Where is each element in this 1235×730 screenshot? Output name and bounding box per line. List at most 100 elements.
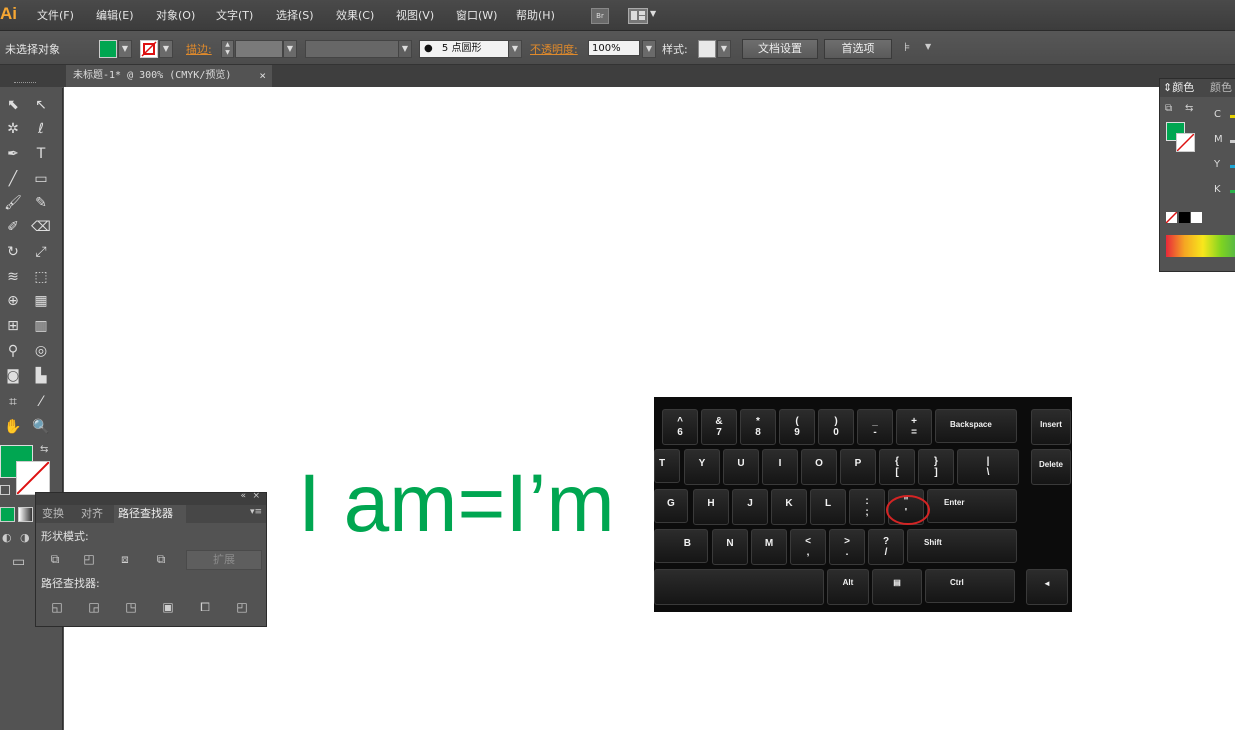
artboard-tool-icon[interactable]: ⌗	[2, 392, 24, 412]
eyedropper-tool-icon[interactable]: ⚲	[2, 341, 24, 361]
gradient-mode-icon[interactable]	[18, 507, 33, 522]
channel-y-slider[interactable]	[1230, 165, 1235, 168]
panel-title-bar[interactable]: « ×	[36, 491, 266, 505]
arrange-documents-icon[interactable]	[628, 8, 648, 24]
blend-tool-icon[interactable]: ◎	[30, 341, 52, 361]
perspective-grid-tool-icon[interactable]: ▦	[30, 291, 52, 311]
default-colors-icon[interactable]: ⧉	[1165, 103, 1172, 114]
hand-tool-icon[interactable]: ✋	[2, 417, 24, 437]
draw-behind-icon[interactable]: ◑	[20, 531, 30, 544]
zoom-tool-icon[interactable]: 🔍	[30, 417, 52, 437]
rectangle-tool-icon[interactable]: ▭	[30, 169, 52, 189]
brush-dropdown[interactable]: ▼	[508, 40, 522, 58]
eraser-tool-icon[interactable]: ⌫	[30, 217, 52, 237]
menu-help[interactable]: 帮助(H)	[516, 7, 555, 23]
menu-select[interactable]: 选择(S)	[276, 7, 314, 23]
menu-view[interactable]: 视图(V)	[396, 7, 434, 23]
chevron-down-icon[interactable]: ▼	[925, 42, 931, 51]
black-swatch[interactable]	[1179, 212, 1190, 223]
color-stroke-swatch[interactable]	[1176, 133, 1195, 152]
color-spectrum[interactable]	[1166, 235, 1235, 257]
column-graph-tool-icon[interactable]: ▙	[30, 366, 52, 386]
stroke-color-box[interactable]	[16, 461, 50, 495]
graphic-style-swatch[interactable]	[698, 40, 716, 58]
exclude-icon[interactable]: ⧉	[152, 551, 170, 567]
white-swatch[interactable]	[1191, 212, 1202, 223]
trim-icon[interactable]: ◲	[85, 599, 103, 615]
fill-mode-icon[interactable]	[0, 507, 15, 522]
stroke-weight-input[interactable]	[235, 40, 283, 58]
close-icon[interactable]: ×	[252, 491, 260, 501]
variable-width-profile[interactable]	[305, 40, 399, 58]
bridge-icon[interactable]: Br	[591, 8, 609, 24]
rotate-tool-icon[interactable]: ↻	[2, 242, 24, 262]
stroke-swatch[interactable]	[140, 40, 158, 58]
symbol-sprayer-tool-icon[interactable]: ◙	[2, 366, 24, 386]
stroke-dropdown[interactable]: ▼	[159, 40, 173, 58]
pen-tool-icon[interactable]: ✒	[2, 144, 24, 164]
minus-front-icon[interactable]: ◰	[80, 551, 98, 567]
paintbrush-tool-icon[interactable]: 🖌	[2, 193, 24, 213]
chevron-down-icon[interactable]: ▼	[650, 9, 656, 18]
slice-tool-icon[interactable]: ⁄	[30, 392, 52, 412]
intersect-icon[interactable]: ⧈	[116, 551, 134, 567]
tab-align[interactable]: 对齐	[81, 505, 103, 523]
default-fill-stroke-icon[interactable]	[0, 485, 10, 495]
draw-normal-icon[interactable]: ◐	[2, 531, 12, 544]
none-swatch[interactable]	[1165, 211, 1178, 224]
panel-menu-icon[interactable]: ▾≡	[250, 507, 262, 517]
tab-transform[interactable]: 变换	[42, 505, 64, 523]
pencil-tool-icon[interactable]: ✎	[30, 193, 52, 213]
tab-pathfinder[interactable]: 路径查找器	[114, 505, 186, 523]
channel-m-slider[interactable]	[1230, 140, 1235, 143]
mesh-tool-icon[interactable]: ⊞	[2, 316, 24, 336]
outline-icon[interactable]: ⧠	[196, 599, 214, 615]
tab-color-guide[interactable]: 颜色	[1210, 79, 1232, 97]
lasso-tool-icon[interactable]: ℓ	[30, 119, 52, 139]
close-icon[interactable]: ×	[259, 65, 266, 87]
divide-icon[interactable]: ◱	[48, 599, 66, 615]
tab-color[interactable]: ⇕颜色	[1163, 79, 1194, 97]
magic-wand-tool-icon[interactable]: ✲	[2, 119, 24, 139]
menu-effect[interactable]: 效果(C)	[336, 7, 374, 23]
variable-width-dropdown[interactable]: ▼	[398, 40, 412, 58]
stroke-label[interactable]: 描边:	[186, 41, 212, 57]
minus-back-icon[interactable]: ◰	[233, 599, 251, 615]
menu-window[interactable]: 窗口(W)	[456, 7, 497, 23]
menu-object[interactable]: 对象(O)	[156, 7, 195, 23]
warp-tool-icon[interactable]: ≋	[2, 267, 24, 287]
align-icon[interactable]: ⊧	[904, 40, 910, 54]
swap-icon[interactable]: ⇆	[1185, 103, 1193, 114]
menu-file[interactable]: 文件(F)	[37, 7, 74, 23]
opacity-label[interactable]: 不透明度:	[530, 41, 578, 57]
canvas-text[interactable]: I am=I’m	[298, 459, 615, 549]
type-tool-icon[interactable]: T	[30, 144, 52, 164]
document-setup-button[interactable]: 文档设置	[742, 39, 818, 59]
unite-icon[interactable]: ⧉	[46, 551, 64, 567]
selection-tool-icon[interactable]: ⬉	[2, 95, 24, 115]
graphic-style-dropdown[interactable]: ▼	[717, 40, 731, 58]
screen-mode-icon[interactable]: ▭	[12, 554, 25, 570]
opacity-dropdown[interactable]: ▼	[642, 40, 656, 58]
collapse-icon[interactable]: «	[240, 491, 246, 501]
scale-tool-icon[interactable]: ⤢	[30, 242, 52, 262]
stroke-weight-dropdown[interactable]: ▼	[283, 40, 297, 58]
direct-selection-tool-icon[interactable]: ↖	[30, 95, 52, 115]
fill-dropdown[interactable]: ▼	[118, 40, 132, 58]
swap-fill-stroke-icon[interactable]: ⇆	[40, 444, 48, 455]
gradient-tool-icon[interactable]: ▥	[30, 316, 52, 336]
line-tool-icon[interactable]: ╱	[2, 169, 24, 189]
keyboard-image[interactable]: ^ 6 & 7 * 8 (9 ) 0 _ - + = Backspace Insert T …	[654, 397, 1072, 612]
panel-grip[interactable]	[14, 82, 36, 86]
menu-type[interactable]: 文字(T)	[216, 7, 253, 23]
crop-icon[interactable]: ▣	[159, 599, 177, 615]
free-transform-tool-icon[interactable]: ⬚	[30, 267, 52, 287]
channel-k-slider[interactable]	[1230, 190, 1235, 193]
blob-brush-tool-icon[interactable]: ✐	[2, 217, 24, 237]
menu-edit[interactable]: 编辑(E)	[96, 7, 134, 23]
channel-c-slider[interactable]	[1230, 115, 1235, 118]
merge-icon[interactable]: ◳	[122, 599, 140, 615]
opacity-input[interactable]: 100%	[588, 40, 640, 56]
fill-swatch[interactable]	[99, 40, 117, 58]
expand-button[interactable]: 扩展	[186, 550, 262, 570]
